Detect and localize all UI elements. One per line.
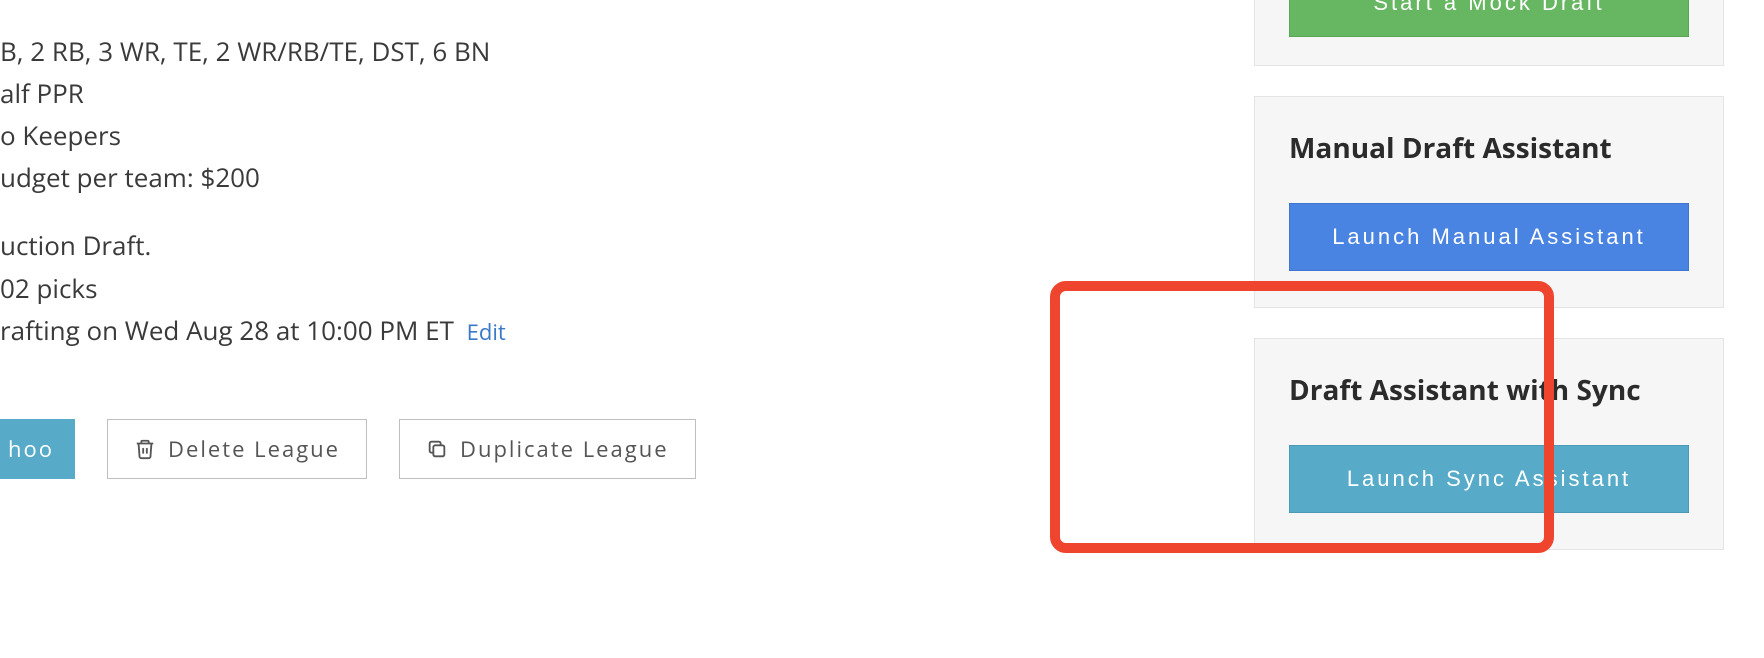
action-button-row: hoo Delete League Duplicate League: [0, 419, 1000, 479]
launch-manual-assistant-button[interactable]: Launch Manual Assistant: [1289, 203, 1689, 271]
budget-line: udget per team: $200: [0, 156, 1000, 198]
yahoo-button-label: hoo: [8, 434, 54, 464]
mock-draft-panel: Start a Mock Draft: [1254, 0, 1724, 66]
start-mock-draft-button[interactable]: Start a Mock Draft: [1289, 0, 1689, 37]
duplicate-league-label: Duplicate League: [460, 434, 669, 464]
draft-picks-line: 02 picks: [0, 267, 1000, 309]
scoring-line: alf PPR: [0, 72, 1000, 114]
draft-time-text: rafting on Wed Aug 28 at 10:00 PM ET: [0, 312, 454, 348]
draft-time-line: rafting on Wed Aug 28 at 10:00 PM ET Edi…: [0, 309, 1000, 351]
trash-icon: [134, 437, 156, 461]
keepers-line: o Keepers: [0, 114, 1000, 156]
manual-assistant-title: Manual Draft Assistant: [1289, 129, 1689, 167]
sync-assistant-title: Draft Assistant with Sync: [1289, 371, 1689, 409]
draft-type-line: uction Draft.: [0, 224, 1000, 266]
duplicate-league-button[interactable]: Duplicate League: [399, 419, 696, 479]
manual-assistant-panel: Manual Draft Assistant Launch Manual Ass…: [1254, 96, 1724, 308]
yahoo-button[interactable]: hoo: [0, 419, 75, 479]
sync-assistant-panel: Draft Assistant with Sync Launch Sync As…: [1254, 338, 1724, 550]
league-settings-list: B, 2 RB, 3 WR, TE, 2 WR/RB/TE, DST, 6 BN…: [0, 30, 1000, 351]
delete-league-button[interactable]: Delete League: [107, 419, 367, 479]
launch-sync-assistant-button[interactable]: Launch Sync Assistant: [1289, 445, 1689, 513]
delete-league-label: Delete League: [168, 434, 340, 464]
roster-line: B, 2 RB, 3 WR, TE, 2 WR/RB/TE, DST, 6 BN: [0, 30, 1000, 72]
edit-draft-time-link[interactable]: Edit: [467, 317, 506, 347]
duplicate-icon: [426, 437, 448, 461]
